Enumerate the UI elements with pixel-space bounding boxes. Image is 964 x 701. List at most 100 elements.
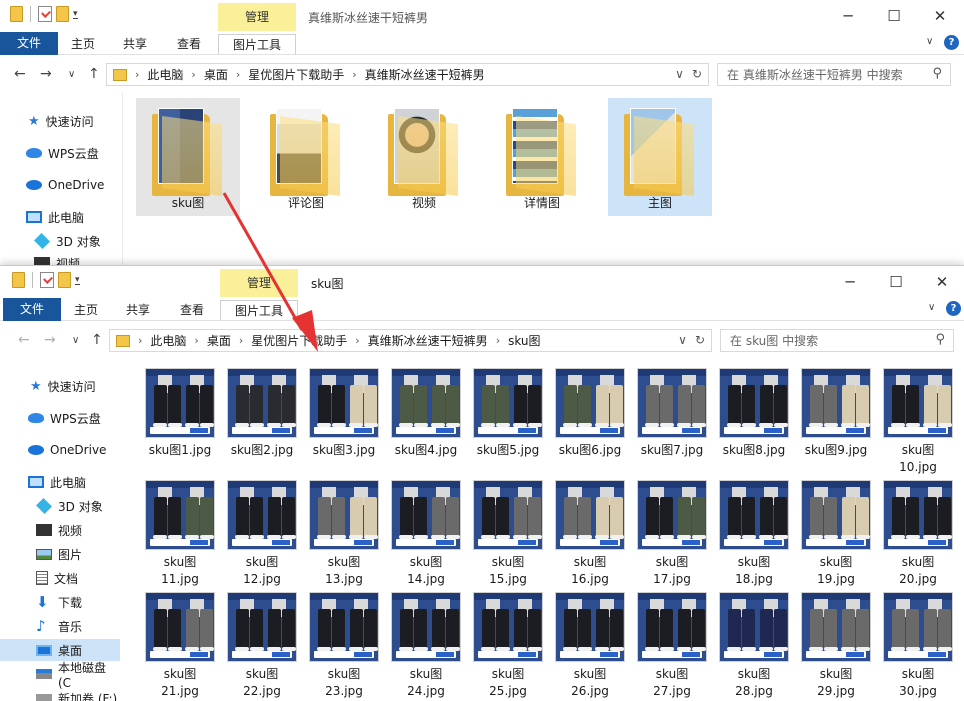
back-arrow-icon[interactable]: ←: [18, 332, 30, 348]
breadcrumb-this-pc[interactable]: 此电脑: [150, 332, 186, 349]
recent-locations-icon[interactable]: ∨: [68, 69, 75, 80]
address-bar[interactable]: › 此电脑 › 桌面 › 星优图片下载助手 › 真维斯冰丝速干短裤男 ∨ ↻: [106, 63, 709, 86]
sidebar-item-3d-objects[interactable]: 3D 对象: [0, 495, 122, 517]
sidebar-item-onedrive[interactable]: OneDrive: [0, 174, 122, 196]
tab-share[interactable]: 共享: [112, 34, 158, 54]
file-thumbnail[interactable]: sku图 20.jpg: [880, 480, 956, 588]
file-thumbnail[interactable]: sku图 11.jpg: [142, 480, 218, 588]
sidebar-item-music[interactable]: ♪ 音乐: [0, 615, 122, 637]
breadcrumb-downloader[interactable]: 星优图片下载助手: [248, 66, 344, 83]
file-thumbnail[interactable]: sku图 25.jpg: [470, 592, 546, 700]
file-thumbnail[interactable]: sku图2.jpg: [224, 368, 300, 459]
file-thumbnail[interactable]: sku图 21.jpg: [142, 592, 218, 700]
back-arrow-icon[interactable]: ←: [14, 66, 26, 82]
forward-arrow-icon[interactable]: →: [40, 66, 52, 82]
sidebar-item-downloads[interactable]: ⬇ 下载: [0, 591, 122, 613]
maximize-icon[interactable]: ☐: [884, 7, 904, 25]
tab-home[interactable]: 主页: [63, 300, 109, 320]
sidebar-item-this-pc[interactable]: 此电脑: [0, 471, 122, 493]
sidebar-item-this-pc[interactable]: 此电脑: [0, 206, 122, 228]
file-thumbnail[interactable]: sku图 17.jpg: [634, 480, 710, 588]
tab-file[interactable]: 文件: [0, 32, 58, 55]
context-tab-manage[interactable]: 管理: [218, 3, 296, 31]
expand-ribbon-icon[interactable]: ∨: [926, 36, 933, 47]
properties-icon[interactable]: [38, 6, 52, 22]
tab-home[interactable]: 主页: [60, 34, 106, 54]
sidebar-item-videos[interactable]: 视频: [0, 519, 122, 541]
file-thumbnail[interactable]: sku图 26.jpg: [552, 592, 628, 700]
file-thumbnail[interactable]: sku图 29.jpg: [798, 592, 874, 700]
breadcrumb-product-folder[interactable]: 真维斯冰丝速干短裤男: [368, 332, 488, 349]
minimize-icon[interactable]: ─: [840, 273, 860, 291]
tab-picture-tools[interactable]: 图片工具: [218, 34, 296, 54]
breadcrumb-downloader[interactable]: 星优图片下载助手: [251, 332, 347, 349]
tab-file[interactable]: 文件: [3, 298, 61, 321]
recent-locations-icon[interactable]: ∨: [72, 335, 79, 346]
close-icon[interactable]: ✕: [932, 273, 952, 291]
context-tab-manage[interactable]: 管理: [220, 269, 298, 297]
file-thumbnail[interactable]: sku图 15.jpg: [470, 480, 546, 588]
breadcrumb-desktop[interactable]: 桌面: [207, 332, 231, 349]
file-thumbnail[interactable]: sku图7.jpg: [634, 368, 710, 459]
folder-details[interactable]: 详情图: [490, 98, 594, 216]
sidebar-item-pictures[interactable]: 图片: [0, 543, 122, 565]
close-icon[interactable]: ✕: [930, 7, 950, 25]
breadcrumb-product-folder[interactable]: 真维斯冰丝速干短裤男: [365, 66, 485, 83]
file-thumbnail[interactable]: sku图9.jpg: [798, 368, 874, 459]
file-thumbnail[interactable]: sku图 28.jpg: [716, 592, 792, 700]
file-thumbnail[interactable]: sku图 12.jpg: [224, 480, 300, 588]
file-thumbnail[interactable]: sku图 27.jpg: [634, 592, 710, 700]
sidebar-item-local-disk-c[interactable]: 本地磁盘 (C: [0, 661, 122, 690]
file-thumbnail[interactable]: sku图 13.jpg: [306, 480, 382, 588]
tab-view[interactable]: 查看: [166, 34, 212, 54]
folder-sku[interactable]: sku图: [136, 98, 240, 216]
sidebar-item-wps-cloud[interactable]: WPS云盘: [0, 142, 122, 164]
search-input[interactable]: 在 真维斯冰丝速干短裤男 中搜索 ⚲: [717, 63, 951, 86]
sidebar-item-quick-access[interactable]: ★ 快速访问: [0, 375, 122, 397]
sidebar-item-documents[interactable]: 文档: [0, 567, 122, 589]
file-thumbnail[interactable]: sku图 18.jpg: [716, 480, 792, 588]
folder-reviews[interactable]: 评论图: [254, 98, 358, 216]
tab-view[interactable]: 查看: [169, 300, 215, 320]
sidebar-item-onedrive[interactable]: OneDrive: [0, 439, 122, 461]
folder-main-images[interactable]: 主图: [608, 98, 712, 216]
properties-icon[interactable]: [40, 272, 54, 288]
breadcrumb-this-pc[interactable]: 此电脑: [147, 66, 183, 83]
sidebar-item-3d-objects[interactable]: 3D 对象: [0, 230, 122, 252]
file-thumbnail[interactable]: sku图5.jpg: [470, 368, 546, 459]
file-thumbnail[interactable]: sku图8.jpg: [716, 368, 792, 459]
search-input[interactable]: 在 sku图 中搜索 ⚲: [720, 329, 954, 352]
file-thumbnail[interactable]: sku图 22.jpg: [224, 592, 300, 700]
new-folder-icon[interactable]: [56, 6, 69, 22]
file-thumbnail[interactable]: sku图3.jpg: [306, 368, 382, 459]
folder-videos[interactable]: 视频: [372, 98, 476, 216]
address-bar[interactable]: › 此电脑 › 桌面 › 星优图片下载助手 › 真维斯冰丝速干短裤男 › sku…: [109, 329, 712, 352]
customize-toolbar-icon[interactable]: ▾: [73, 9, 78, 19]
file-thumbnail[interactable]: sku图 19.jpg: [798, 480, 874, 588]
file-thumbnail[interactable]: sku图 16.jpg: [552, 480, 628, 588]
file-thumbnail[interactable]: sku图 24.jpg: [388, 592, 464, 700]
expand-ribbon-icon[interactable]: ∨: [928, 302, 935, 313]
file-thumbnail[interactable]: sku图6.jpg: [552, 368, 628, 459]
tab-picture-tools[interactable]: 图片工具: [220, 300, 298, 320]
minimize-icon[interactable]: ─: [838, 7, 858, 25]
sidebar-item-wps-cloud[interactable]: WPS云盘: [0, 407, 122, 429]
breadcrumb-desktop[interactable]: 桌面: [204, 66, 228, 83]
file-thumbnail[interactable]: sku图1.jpg: [142, 368, 218, 459]
sidebar-item-volume-f[interactable]: 新加卷 (F:): [0, 687, 122, 701]
help-icon[interactable]: ?: [946, 301, 961, 316]
refresh-icon[interactable]: ↻: [692, 67, 702, 81]
new-folder-icon[interactable]: [58, 272, 71, 288]
help-icon[interactable]: ?: [944, 35, 959, 50]
file-thumbnail[interactable]: sku图 10.jpg: [880, 368, 956, 476]
up-arrow-icon[interactable]: ↑: [91, 332, 103, 348]
forward-arrow-icon[interactable]: →: [44, 332, 56, 348]
customize-toolbar-icon[interactable]: ▾: [75, 275, 80, 285]
file-thumbnail[interactable]: sku图 23.jpg: [306, 592, 382, 700]
breadcrumb-sku-folder[interactable]: sku图: [508, 332, 540, 349]
file-thumbnail[interactable]: sku图 30.jpg: [880, 592, 956, 700]
file-thumbnail[interactable]: sku图 14.jpg: [388, 480, 464, 588]
address-dropdown-icon[interactable]: ∨: [678, 333, 687, 347]
file-thumbnail[interactable]: sku图4.jpg: [388, 368, 464, 459]
maximize-icon[interactable]: ☐: [886, 273, 906, 291]
